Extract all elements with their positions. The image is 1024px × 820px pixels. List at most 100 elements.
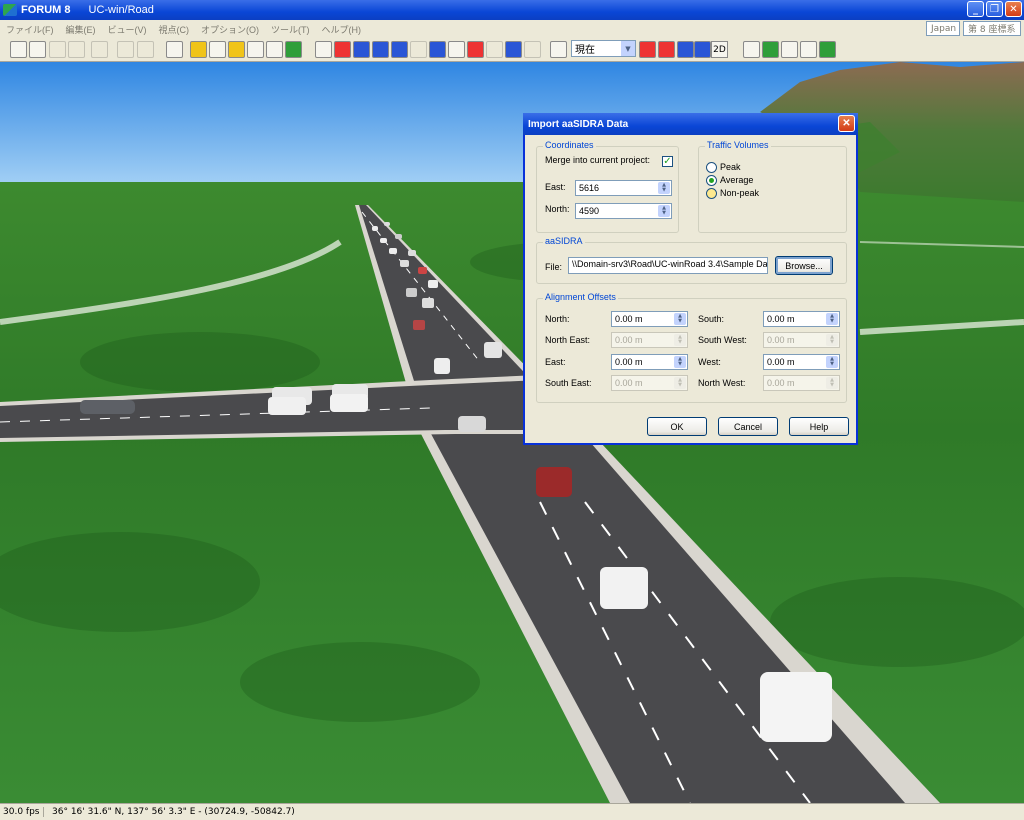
dialog-close-button[interactable]: ✕	[838, 115, 855, 132]
alignment-offsets-group: Alignment Offsets North: ▲▼ South: ▲▼ No…	[536, 292, 847, 403]
menu-view[interactable]: ビュー(V)	[102, 23, 153, 36]
offset-west-field[interactable]: ▲▼	[763, 354, 840, 370]
car-view-icon[interactable]	[505, 41, 522, 58]
first-frame-icon[interactable]	[49, 41, 66, 58]
forest-icon[interactable]	[819, 41, 836, 58]
menu-edit[interactable]: 編集(E)	[60, 23, 102, 36]
offset-south-field[interactable]: ▲▼	[763, 311, 840, 327]
mode-2d-button[interactable]: 2D	[711, 41, 728, 58]
orbit-icon[interactable]	[410, 41, 427, 58]
coord-system-selector[interactable]: 第 8 座標系	[963, 21, 1021, 36]
record-pause-icon[interactable]	[658, 41, 675, 58]
menu-tools[interactable]: ツール(T)	[265, 23, 316, 36]
slide-icon[interactable]	[391, 41, 408, 58]
file-path-field[interactable]: \\Domain-srv3\Road\UC-winRoad 3.4\Sample…	[568, 257, 768, 274]
traffic-icon[interactable]	[524, 41, 541, 58]
region-selector[interactable]: Japan	[926, 21, 960, 36]
help-button[interactable]: Help	[789, 417, 849, 436]
tree-icon[interactable]	[285, 41, 302, 58]
menubar: ファイル(F) 編集(E) ビュー(V) 視点(C) オプション(O) ツール(…	[0, 20, 1024, 39]
vehicle-icon[interactable]	[247, 41, 264, 58]
offset-north-input[interactable]	[612, 312, 671, 326]
toolbar: 現在 ▼ 2D	[0, 38, 1024, 62]
traffic-volumes-group-label: Traffic Volumes	[705, 140, 771, 150]
stop-icon[interactable]	[137, 41, 154, 58]
terrain-icon[interactable]	[190, 41, 207, 58]
map-icon[interactable]	[762, 41, 779, 58]
open-folder-icon[interactable]	[29, 41, 46, 58]
north-spin-buttons[interactable]: ▲ ▼	[658, 205, 670, 217]
model-icon[interactable]	[228, 41, 245, 58]
offset-north-east-label: North East:	[545, 335, 591, 345]
edit-road-icon[interactable]	[166, 41, 183, 58]
peak-radio[interactable]	[706, 162, 717, 173]
app-title: UC-win/Road	[88, 4, 154, 16]
east-spin-buttons[interactable]: ▲ ▼	[658, 182, 670, 194]
close-button[interactable]: ✕	[1005, 1, 1022, 17]
viewpoint-icon[interactable]	[550, 41, 567, 58]
target-icon[interactable]	[334, 41, 351, 58]
offset-west-spin[interactable]: ▲ ▼	[826, 356, 838, 368]
menu-camera[interactable]: 視点(C)	[153, 23, 196, 36]
average-radio[interactable]	[706, 175, 717, 186]
north-input[interactable]	[576, 204, 655, 218]
east-field[interactable]: ▲▼	[575, 180, 672, 196]
globe-icon[interactable]	[429, 41, 446, 58]
aasidra-group: aaSIDRA File: \\Domain-srv3\Road\UC-winR…	[536, 236, 847, 284]
brand-name: FORUM 8	[21, 4, 71, 16]
non-peak-label: Non-peak	[720, 188, 760, 198]
dialog-title: Import aaSIDRA Data	[528, 118, 629, 130]
north-field[interactable]: ▲▼	[575, 203, 672, 219]
walk-icon[interactable]	[448, 41, 465, 58]
offset-south-west-field: ▲▼	[763, 332, 840, 348]
merge-checkbox[interactable]: ✓	[662, 156, 673, 167]
person-red-icon[interactable]	[781, 41, 798, 58]
offset-east-label: East:	[545, 357, 566, 367]
grid-icon[interactable]	[743, 41, 760, 58]
offset-south-input[interactable]	[764, 312, 823, 326]
menu-help[interactable]: ヘルプ(H)	[316, 23, 368, 36]
cross-section-icon[interactable]	[209, 41, 226, 58]
move-icon[interactable]	[372, 41, 389, 58]
offset-north-field[interactable]: ▲▼	[611, 311, 688, 327]
file-label: File:	[545, 262, 563, 272]
pause-icon[interactable]	[486, 41, 503, 58]
prev-frame-icon[interactable]	[68, 41, 85, 58]
play-icon[interactable]	[91, 41, 108, 58]
offset-west-input[interactable]	[764, 355, 823, 369]
road-edit-icon[interactable]	[315, 41, 332, 58]
ok-button[interactable]: OK	[647, 417, 707, 436]
texture-icon[interactable]	[266, 41, 283, 58]
traffic-volumes-group: Traffic Volumes Peak Average Non-peak	[698, 140, 847, 233]
person-green-icon[interactable]	[800, 41, 817, 58]
flag-icon[interactable]	[694, 41, 711, 58]
up-down-icon[interactable]	[353, 41, 370, 58]
offset-east-field[interactable]: ▲▼	[611, 354, 688, 370]
checkmark-icon: ✓	[663, 156, 672, 167]
east-input[interactable]	[576, 181, 655, 195]
non-peak-radio[interactable]	[706, 188, 717, 199]
3d-viewport[interactable]	[0, 62, 1024, 803]
statusbar: 30.0 fps 36° 16' 31.6" N, 137° 56' 3.3" …	[0, 803, 1024, 820]
menu-options[interactable]: オプション(O)	[195, 23, 265, 36]
browse-button[interactable]: Browse...	[775, 256, 833, 275]
offset-east-spin[interactable]: ▲ ▼	[674, 356, 686, 368]
coordinates-group-label: Coordinates	[543, 140, 596, 150]
viewpoint-select[interactable]: 現在 ▼	[571, 40, 636, 57]
record-icon[interactable]	[639, 41, 656, 58]
restore-button[interactable]: ❐	[986, 1, 1003, 17]
minimize-button[interactable]: _	[967, 1, 984, 17]
skip-back-icon[interactable]	[677, 41, 694, 58]
cancel-button[interactable]: Cancel	[718, 417, 778, 436]
menu-file[interactable]: ファイル(F)	[0, 23, 60, 36]
offset-south-spin[interactable]: ▲ ▼	[826, 313, 838, 325]
road-tool-icon[interactable]	[10, 41, 27, 58]
viewpoint-select-value: 現在	[575, 45, 595, 56]
east-label: East:	[545, 182, 566, 192]
offset-east-input[interactable]	[612, 355, 671, 369]
app-titlebar: FORUM 8 UC-win/Road _ ❐ ✕	[0, 0, 1024, 20]
offset-north-spin[interactable]: ▲ ▼	[674, 313, 686, 325]
steering-wheel-icon[interactable]	[467, 41, 484, 58]
forum8-logo-icon	[3, 4, 17, 16]
next-frame-icon[interactable]	[117, 41, 134, 58]
